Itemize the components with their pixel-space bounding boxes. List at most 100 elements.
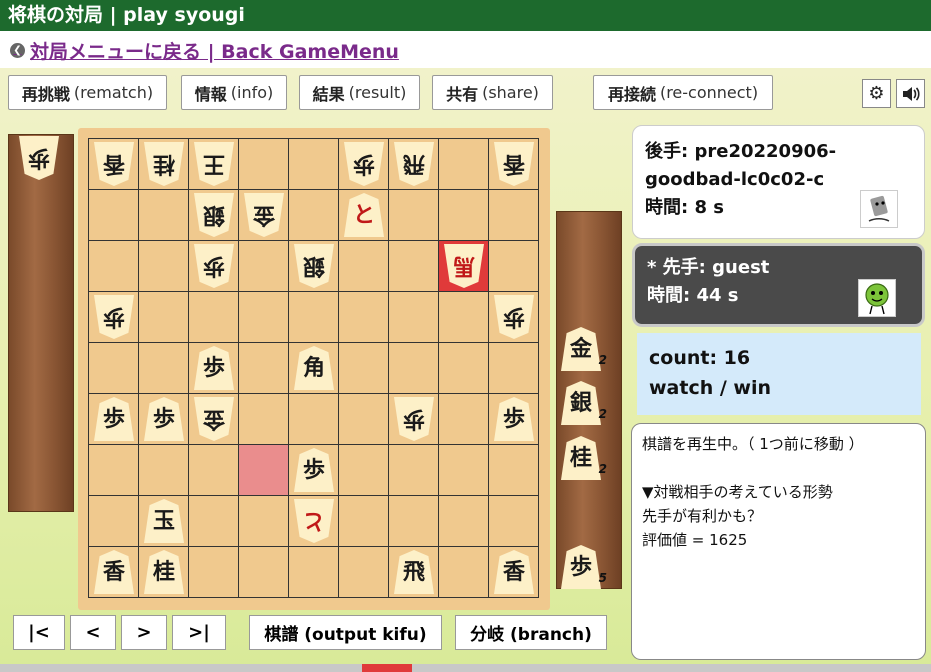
- board-piece[interactable]: 銀: [294, 244, 334, 288]
- board-square[interactable]: [189, 547, 239, 598]
- board-square[interactable]: [239, 496, 289, 547]
- board-square[interactable]: [139, 190, 189, 241]
- reconnect-button[interactable]: 再接続 (re-connect): [593, 75, 773, 110]
- bottom-scrollbar[interactable]: [0, 664, 931, 672]
- board-square[interactable]: [439, 547, 489, 598]
- board-square[interactable]: [489, 496, 539, 547]
- board-square[interactable]: [339, 445, 389, 496]
- board-square[interactable]: [489, 343, 539, 394]
- share-button[interactable]: 共有 (share): [432, 75, 553, 110]
- back-to-menu-link[interactable]: ❮ 対局メニューに戻る | Back GameMenu: [10, 37, 399, 64]
- board-square[interactable]: [339, 343, 389, 394]
- board-square[interactable]: [89, 445, 139, 496]
- board-square[interactable]: [339, 547, 389, 598]
- board-square[interactable]: [439, 139, 489, 190]
- board-square[interactable]: [389, 343, 439, 394]
- board-square[interactable]: [389, 292, 439, 343]
- board-square[interactable]: [139, 343, 189, 394]
- board-square[interactable]: [139, 445, 189, 496]
- board-square[interactable]: [389, 445, 439, 496]
- board-square[interactable]: [439, 190, 489, 241]
- board-square[interactable]: [439, 292, 489, 343]
- board-square[interactable]: [289, 292, 339, 343]
- board-piece[interactable]: 歩: [394, 397, 434, 441]
- board-square[interactable]: [489, 190, 539, 241]
- board-square[interactable]: [239, 292, 289, 343]
- board-piece[interactable]: と: [294, 499, 334, 543]
- board-square[interactable]: [489, 241, 539, 292]
- sente-hand-gold[interactable]: 金2: [561, 327, 607, 371]
- board-square[interactable]: [439, 445, 489, 496]
- board-square[interactable]: [289, 394, 339, 445]
- rematch-button[interactable]: 再挑戦 (rematch): [8, 75, 167, 110]
- next-move-button[interactable]: >: [121, 615, 167, 650]
- output-kifu-button[interactable]: 棋譜 (output kifu): [249, 615, 442, 650]
- branch-button[interactable]: 分岐 (branch): [455, 615, 607, 650]
- last-move-button[interactable]: >|: [172, 615, 226, 650]
- board-square[interactable]: [189, 496, 239, 547]
- board-square[interactable]: [89, 343, 139, 394]
- board-square[interactable]: [289, 139, 339, 190]
- board-square[interactable]: [239, 139, 289, 190]
- board-piece[interactable]: 歩: [344, 142, 384, 186]
- gote-hand-pawn[interactable]: 歩: [19, 136, 59, 180]
- board-piece[interactable]: 玉: [144, 499, 184, 543]
- board-piece[interactable]: と: [344, 193, 384, 237]
- board-piece[interactable]: 角: [294, 346, 334, 390]
- board-piece[interactable]: 桂: [144, 142, 184, 186]
- board-square[interactable]: [289, 190, 339, 241]
- board-square[interactable]: [339, 241, 389, 292]
- sente-hand-knight[interactable]: 桂2: [561, 436, 607, 480]
- board-square[interactable]: [389, 496, 439, 547]
- board-piece[interactable]: 歩: [144, 397, 184, 441]
- board-square[interactable]: [339, 496, 389, 547]
- prev-move-button[interactable]: <: [70, 615, 116, 650]
- info-button[interactable]: 情報 (info): [181, 75, 287, 110]
- board-piece[interactable]: 王: [194, 142, 234, 186]
- speaker-icon[interactable]: [896, 79, 925, 108]
- sente-hand-pawn[interactable]: 歩5: [561, 545, 607, 589]
- board-piece[interactable]: 銀: [194, 193, 234, 237]
- board-piece[interactable]: 香: [94, 142, 134, 186]
- board-piece[interactable]: 金: [244, 193, 284, 237]
- board-piece[interactable]: 飛: [394, 142, 434, 186]
- board-piece[interactable]: 歩: [494, 397, 534, 441]
- board-piece[interactable]: 歩: [294, 448, 334, 492]
- board-square[interactable]: [89, 496, 139, 547]
- board-piece[interactable]: 香: [94, 550, 134, 594]
- sente-hand-silver[interactable]: 銀2: [561, 381, 607, 425]
- board-piece[interactable]: 歩: [194, 244, 234, 288]
- board-piece[interactable]: 歩: [494, 295, 534, 339]
- board-square[interactable]: [439, 496, 489, 547]
- board-piece[interactable]: 飛: [394, 550, 434, 594]
- board-square[interactable]: [389, 190, 439, 241]
- board-square[interactable]: [139, 292, 189, 343]
- board-square[interactable]: [189, 292, 239, 343]
- board-piece[interactable]: 桂: [144, 550, 184, 594]
- first-move-button[interactable]: |<: [13, 615, 65, 650]
- board-piece[interactable]: 歩: [94, 295, 134, 339]
- board-square[interactable]: [239, 241, 289, 292]
- board-square[interactable]: [489, 445, 539, 496]
- board-piece[interactable]: 金: [194, 397, 234, 441]
- board-square[interactable]: [239, 343, 289, 394]
- board-square[interactable]: [239, 394, 289, 445]
- board-square[interactable]: [239, 445, 289, 496]
- board-square[interactable]: [139, 241, 189, 292]
- board-piece[interactable]: 歩: [94, 397, 134, 441]
- board-piece[interactable]: 馬: [444, 244, 484, 288]
- board-square[interactable]: [239, 547, 289, 598]
- board-piece[interactable]: 香: [494, 142, 534, 186]
- board-piece[interactable]: 香: [494, 550, 534, 594]
- board-piece[interactable]: 歩: [194, 346, 234, 390]
- gear-icon[interactable]: ⚙: [862, 79, 891, 108]
- board-square[interactable]: [389, 241, 439, 292]
- board-square[interactable]: [339, 394, 389, 445]
- board-square[interactable]: [289, 547, 339, 598]
- board-square[interactable]: [439, 343, 489, 394]
- board-square[interactable]: [189, 445, 239, 496]
- board-square[interactable]: [89, 190, 139, 241]
- result-button[interactable]: 結果 (result): [299, 75, 420, 110]
- board-square[interactable]: [439, 394, 489, 445]
- board-square[interactable]: [339, 292, 389, 343]
